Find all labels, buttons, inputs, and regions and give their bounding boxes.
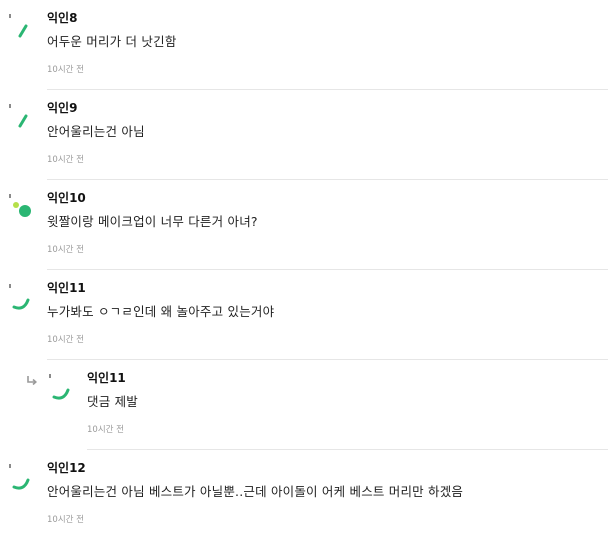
comment-text: 안어울리는건 아님 [47,124,145,139]
comment-item: 익인10 윗짤이랑 메이크업이 너무 다른거 아녀? 10시간 전 [0,180,608,270]
comment-author[interactable]: 익인12 [47,460,86,476]
avatar[interactable] [6,100,34,130]
avatar[interactable] [46,370,74,400]
comment-timestamp: 10시간 전 [47,335,84,345]
comment-text: 누가봐도 ㅇㄱㄹ인데 왜 놀아주고 있는거야 [47,304,275,319]
comment-item: 익인8 어두운 머리가 더 낫긴함 10시간 전 [0,0,608,90]
comment-timestamp: 10시간 전 [47,155,84,165]
comment-timestamp: 10시간 전 [47,245,84,255]
comment-author[interactable]: 익인11 [47,280,86,296]
avatar[interactable] [6,190,34,220]
comment-list: 익인8 어두운 머리가 더 낫긴함 10시간 전 익인9 안어울리는건 아님 1… [0,0,608,530]
comment-timestamp: 10시간 전 [47,65,84,75]
avatar[interactable] [6,280,34,310]
reply-item: 익인11 댓금 제발 10시간 전 [0,360,608,450]
avatar[interactable] [6,10,34,40]
green-arc-icon [9,284,30,310]
comment-text: 댓금 제발 [87,394,138,409]
green-slash-icon [9,14,28,38]
comment-text: 어두운 머리가 더 낫긴함 [47,34,177,49]
green-dots-icon [9,194,31,217]
comment-author[interactable]: 익인11 [87,370,126,386]
avatar[interactable] [6,460,34,490]
green-slash-icon [9,104,28,128]
green-arc-icon [49,374,70,400]
comment-item: 익인12 안어울리는건 아님 베스트가 아닐뿐..근데 아이돌이 어케 베스트 … [0,450,608,540]
comment-author[interactable]: 익인10 [47,190,86,206]
green-arc-icon [9,464,30,490]
comment-item: 익인11 누가봐도 ㅇㄱㄹ인데 왜 놀아주고 있는거야 10시간 전 [0,270,608,360]
comment-author[interactable]: 익인8 [47,10,77,26]
reply-arrow-icon [26,372,38,386]
comment-item: 익인9 안어울리는건 아님 10시간 전 [0,90,608,180]
comment-text: 안어울리는건 아님 베스트가 아닐뿐..근데 아이돌이 어케 베스트 머리만 하… [47,484,464,499]
comment-timestamp: 10시간 전 [47,515,84,525]
comment-timestamp: 10시간 전 [87,425,124,435]
comment-author[interactable]: 익인9 [47,100,77,116]
comment-text: 윗짤이랑 메이크업이 너무 다른거 아녀? [47,214,258,229]
